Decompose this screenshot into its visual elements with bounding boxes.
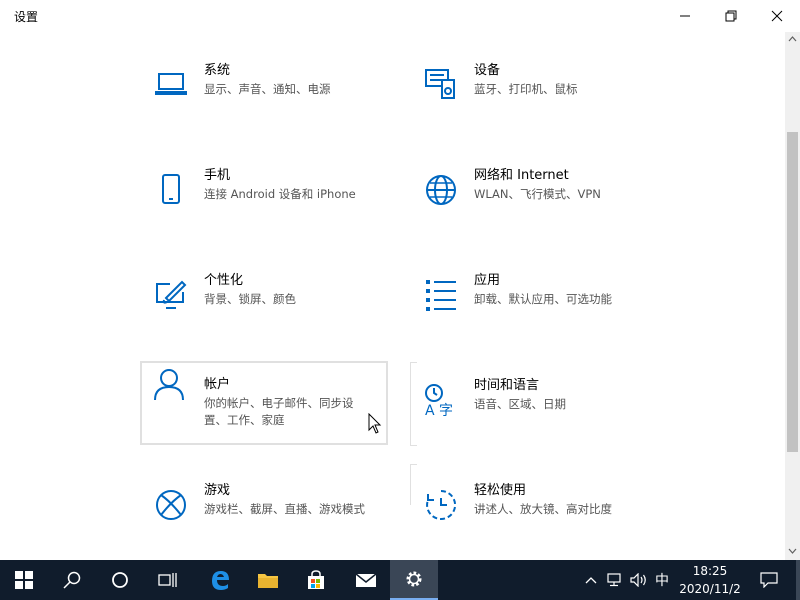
restore-icon	[725, 10, 737, 22]
tile-description: WLAN、飞行模式、VPN	[474, 187, 601, 201]
scroll-down-icon[interactable]	[788, 548, 797, 554]
tile-description: 语音、区域、日期	[474, 397, 566, 411]
speaker-icon	[630, 573, 646, 587]
scrollbar-thumb[interactable]	[787, 132, 798, 452]
tile-name: 轻松使用	[474, 483, 527, 498]
store-bag-icon	[308, 570, 324, 589]
minimize-icon	[680, 15, 690, 17]
tile-description: 卸载、默认应用、可选功能	[474, 292, 612, 306]
tile-ease-of-access[interactable]: 轻松使用 讲述人、放大镜、高对比度	[412, 482, 660, 560]
minimize-button[interactable]	[662, 0, 708, 32]
folder-icon	[258, 574, 278, 588]
tray-overflow-button[interactable]	[580, 560, 602, 600]
network-icon	[607, 573, 621, 587]
taskbar: 中 18:25 2020/11/2	[0, 560, 800, 600]
clock-time: 18:25	[692, 564, 728, 578]
laptop-icon	[155, 73, 187, 95]
mail-icon	[355, 573, 377, 587]
tile-system[interactable]: 系统 显示、声音、通知、电源	[142, 62, 390, 146]
tile-description: 背景、锁屏、颜色	[204, 292, 296, 306]
file-explorer-button[interactable]	[244, 560, 292, 600]
tile-name: 个性化	[204, 273, 244, 288]
scroll-up-icon[interactable]	[788, 36, 797, 42]
edge-button[interactable]	[196, 560, 244, 600]
tile-description: 连接 Android 设备和 iPhone	[204, 187, 356, 201]
title-bar: 设置	[0, 0, 800, 32]
person-icon	[154, 369, 184, 401]
settings-taskbar-button[interactable]	[390, 560, 438, 600]
tile-name: 系统	[204, 63, 231, 78]
task-view-icon	[158, 573, 177, 587]
close-button[interactable]	[754, 0, 800, 32]
mouse-cursor-icon	[368, 413, 382, 434]
svg-text:A: A	[425, 403, 435, 417]
start-button[interactable]	[0, 560, 48, 600]
volume-tray-button[interactable]	[627, 560, 651, 600]
action-center-button[interactable]	[756, 560, 782, 600]
tile-name: 手机	[204, 168, 231, 183]
tile-phone[interactable]: 手机 连接 Android 设备和 iPhone	[142, 167, 390, 251]
cortana-button[interactable]	[96, 560, 144, 600]
maximize-button[interactable]	[708, 0, 754, 32]
ease-of-access-icon	[426, 489, 457, 520]
windows-logo-icon	[15, 571, 33, 589]
vertical-scrollbar[interactable]	[785, 32, 800, 560]
tile-description: 讲述人、放大镜、高对比度	[474, 502, 612, 516]
devices-icon	[425, 69, 455, 99]
search-button[interactable]	[48, 560, 96, 600]
tile-name: 帐户	[204, 377, 231, 392]
ime-indicator[interactable]: 中	[651, 560, 673, 600]
gear-icon	[406, 571, 422, 587]
tile-personalization[interactable]: 个性化 背景、锁屏、颜色	[142, 272, 390, 356]
chevron-up-icon	[585, 577, 597, 584]
globe-icon	[426, 175, 456, 205]
edge-browser-icon	[212, 571, 229, 590]
personalization-icon	[156, 280, 187, 309]
tile-network[interactable]: 网络和 Internet WLAN、飞行模式、VPN	[412, 167, 660, 251]
xbox-icon	[156, 490, 186, 520]
tile-name: 游戏	[204, 483, 231, 498]
task-view-button[interactable]	[144, 560, 192, 600]
time-language-icon: A 字	[425, 384, 453, 417]
tile-name: 应用	[474, 273, 501, 288]
tile-description: 你的帐户、电子邮件、同步设置、工作、家庭	[204, 396, 354, 427]
tile-devices[interactable]: 设备 蓝牙、打印机、鼠标	[412, 62, 660, 146]
clock[interactable]: 18:25 2020/11/2	[672, 562, 748, 598]
tile-name: 时间和语言	[474, 378, 540, 393]
clock-date: 2020/11/2	[679, 582, 741, 596]
tile-description: 游戏栏、截屏、直播、游戏模式	[204, 502, 365, 516]
tile-name: 网络和 Internet	[474, 168, 569, 183]
network-tray-button[interactable]	[603, 560, 625, 600]
window-title: 设置	[14, 10, 39, 24]
close-icon	[771, 10, 783, 22]
tile-name: 设备	[474, 63, 501, 78]
tile-gaming[interactable]: 游戏 游戏栏、截屏、直播、游戏模式	[142, 482, 390, 560]
store-button[interactable]	[292, 560, 340, 600]
settings-home: 系统 显示、声音、通知、电源 设备 蓝牙、打印机、鼠标 手机 连接 Androi…	[0, 32, 785, 560]
tile-accounts[interactable]: 帐户 你的帐户、电子邮件、同步设置、工作、家庭	[140, 361, 388, 445]
cortana-icon	[112, 572, 128, 588]
notification-icon	[760, 572, 778, 588]
apps-list-icon	[426, 280, 456, 311]
tile-description: 蓝牙、打印机、鼠标	[474, 82, 578, 96]
search-icon	[63, 571, 81, 589]
svg-text:字: 字	[439, 403, 453, 417]
mail-button[interactable]	[342, 560, 390, 600]
tile-time-language[interactable]: A 字 时间和语言 语音、区域、日期	[412, 377, 660, 461]
phone-icon	[162, 174, 180, 204]
tile-apps[interactable]: 应用 卸载、默认应用、可选功能	[412, 272, 660, 356]
tile-description: 显示、声音、通知、电源	[204, 82, 331, 96]
show-desktop-button[interactable]	[796, 560, 800, 600]
